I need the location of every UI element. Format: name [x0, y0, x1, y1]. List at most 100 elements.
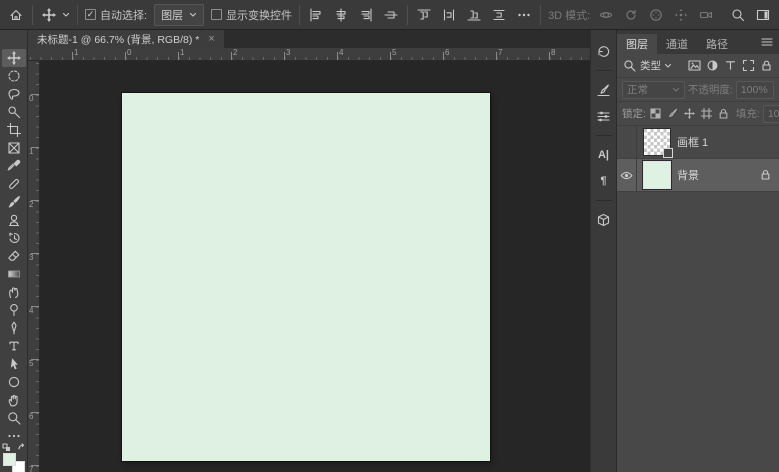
- lasso-tool[interactable]: [2, 85, 26, 103]
- align-right-icon[interactable]: [357, 6, 375, 24]
- lock-all-icon[interactable]: [717, 107, 731, 121]
- tab-paths[interactable]: 路径: [697, 34, 737, 54]
- align-left-icon[interactable]: [307, 6, 325, 24]
- brush-tool[interactable]: [2, 193, 26, 211]
- dodge-tool[interactable]: [2, 301, 26, 319]
- opacity-value: 100%: [740, 83, 768, 96]
- ruler-label: 4: [29, 306, 34, 315]
- panel-menu-icon[interactable]: [755, 37, 779, 47]
- ellipse-shape-tool[interactable]: [2, 373, 26, 391]
- tab-layers[interactable]: 图层: [617, 34, 657, 54]
- foreground-color-swatch[interactable]: [2, 453, 16, 466]
- frame-tool[interactable]: [2, 139, 26, 157]
- brush-settings-panel-icon[interactable]: [593, 79, 615, 101]
- character-panel-icon[interactable]: A|: [593, 144, 615, 166]
- layer-row-frame1[interactable]: 画框 1: [617, 126, 779, 159]
- auto-select-target-dropdown[interactable]: 图层: [154, 3, 205, 26]
- ruler-label: 2: [233, 48, 238, 57]
- layer-name[interactable]: 背景: [677, 167, 699, 183]
- lock-position-icon[interactable]: [683, 107, 697, 121]
- auto-select-option[interactable]: ✓ 自动选择:: [85, 7, 147, 23]
- ruler-label: 1: [74, 48, 79, 57]
- document-canvas[interactable]: [122, 93, 490, 461]
- 3d-slide-icon[interactable]: [672, 6, 690, 24]
- type-tool[interactable]: [2, 337, 26, 355]
- 3d-pan-icon[interactable]: [647, 6, 665, 24]
- 3d-camera-icon[interactable]: [697, 6, 715, 24]
- chevron-down-icon: [62, 12, 70, 17]
- pen-tool[interactable]: [2, 319, 26, 337]
- layer-name[interactable]: 画框 1: [677, 134, 708, 150]
- divider: [32, 4, 33, 25]
- show-transform-checkbox[interactable]: [211, 9, 223, 20]
- show-transform-label: 显示变换控件: [226, 9, 293, 22]
- brushes-panel-icon[interactable]: [593, 105, 615, 127]
- align-top-icon[interactable]: [415, 6, 433, 24]
- filter-search-icon: [622, 58, 637, 73]
- move-tool[interactable]: [1, 49, 26, 67]
- close-tab-icon[interactable]: ×: [208, 33, 214, 45]
- home-icon[interactable]: [7, 6, 25, 24]
- 3d-orbit-icon[interactable]: [597, 6, 615, 24]
- opacity-dropdown[interactable]: 100%: [735, 80, 774, 99]
- divider: [594, 70, 613, 71]
- quick-selection-tool[interactable]: [2, 103, 26, 121]
- paragraph-panel-icon[interactable]: ¶: [593, 170, 615, 192]
- eraser-tool[interactable]: [2, 247, 26, 265]
- spot-healing-brush-tool[interactable]: [2, 175, 26, 193]
- hand-tool[interactable]: [2, 391, 26, 409]
- move-tool-icon: [40, 6, 58, 24]
- clone-stamp-tool[interactable]: [2, 211, 26, 229]
- auto-select-checkbox[interactable]: ✓: [85, 9, 96, 20]
- distribute-horizontal-icon[interactable]: [440, 6, 458, 24]
- lock-transparency-icon[interactable]: [649, 107, 663, 121]
- gradient-tool[interactable]: [2, 265, 26, 283]
- panel-tabs: 图层 通道 路径: [617, 30, 779, 54]
- filter-shape-layers-icon[interactable]: [741, 58, 756, 73]
- horizontal-ruler: 1 0 1 2 3 4 5 6 7 8: [28, 48, 590, 61]
- fill-dropdown[interactable]: 100%: [762, 104, 779, 123]
- visibility-toggle-empty[interactable]: [617, 126, 637, 158]
- workspace-switcher-icon[interactable]: [754, 6, 772, 24]
- swap-colors-icon[interactable]: [17, 443, 26, 452]
- elliptical-marquee-tool[interactable]: [2, 67, 26, 85]
- search-icon[interactable]: [729, 6, 747, 24]
- tab-channels[interactable]: 通道: [657, 34, 697, 54]
- 3d-roll-icon[interactable]: [622, 6, 640, 24]
- eyedropper-tool[interactable]: [2, 157, 26, 175]
- background-lock-icon[interactable]: [760, 169, 773, 182]
- libraries-panel-icon[interactable]: [593, 209, 615, 231]
- filter-pixel-layers-icon[interactable]: [687, 58, 702, 73]
- lock-fill-row: 锁定: 填充: 100%: [617, 102, 779, 126]
- more-align-options-icon[interactable]: [515, 6, 533, 24]
- visibility-toggle-on[interactable]: [617, 159, 637, 191]
- ruler-label: 7: [29, 465, 34, 472]
- filter-smart-objects-icon[interactable]: [759, 58, 774, 73]
- tool-preset-move[interactable]: [40, 6, 70, 24]
- align-vertical-centers-icon[interactable]: [382, 6, 400, 24]
- layer-thumbnail-background[interactable]: [644, 162, 670, 188]
- history-panel-icon[interactable]: [593, 40, 615, 62]
- smudge-tool[interactable]: [2, 283, 26, 301]
- lock-artboard-icon[interactable]: [700, 107, 714, 121]
- filter-kind-dropdown[interactable]: 类型: [640, 58, 661, 73]
- layer-row-background[interactable]: 背景: [617, 159, 779, 192]
- blend-mode-value: 正常: [627, 84, 648, 96]
- crop-tool[interactable]: [2, 121, 26, 139]
- path-selection-tool[interactable]: [2, 355, 26, 373]
- filter-adjustment-layers-icon[interactable]: [705, 58, 720, 73]
- filter-type-layers-icon[interactable]: [723, 58, 738, 73]
- show-transform-option[interactable]: 显示变换控件: [211, 7, 292, 23]
- document-tab[interactable]: 未标题-1 @ 66.7% (背景, RGB/8) * ×: [28, 30, 224, 48]
- zoom-tool[interactable]: [2, 409, 26, 427]
- ruler-label: 1: [180, 48, 185, 57]
- default-colors-icon[interactable]: [1, 443, 11, 452]
- distribute-vertical-icon[interactable]: [490, 6, 508, 24]
- lock-image-icon[interactable]: [666, 107, 680, 121]
- align-bottom-icon[interactable]: [465, 6, 483, 24]
- align-horizontal-centers-icon[interactable]: [332, 6, 350, 24]
- layer-thumbnail-frame1[interactable]: [644, 129, 673, 158]
- color-swatches: [1, 443, 26, 472]
- blend-mode-dropdown[interactable]: 正常: [622, 80, 685, 99]
- history-brush-tool[interactable]: [2, 229, 26, 247]
